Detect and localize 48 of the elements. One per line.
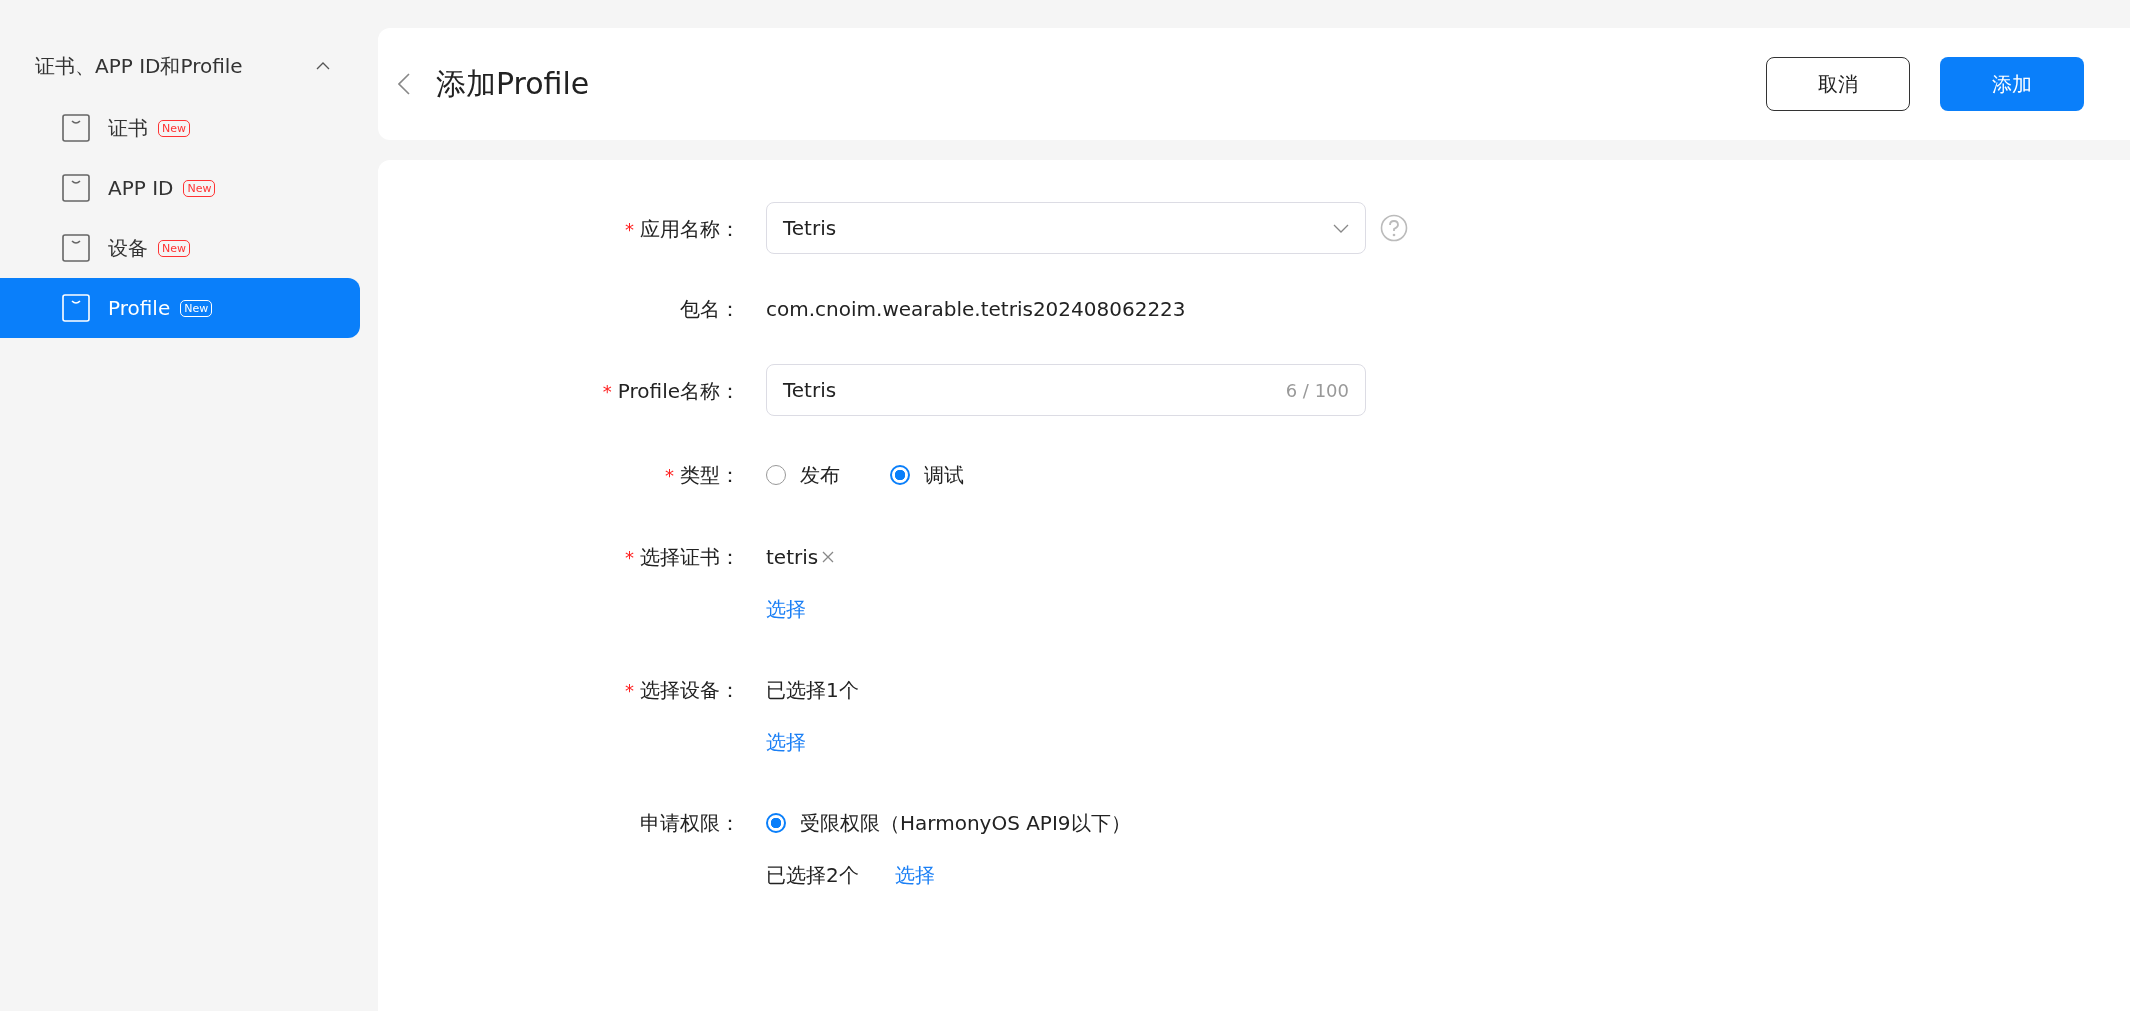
field-label: 类型： (680, 461, 740, 489)
radio-button[interactable] (890, 465, 910, 485)
selection-count: 已选择1个 (766, 677, 859, 704)
sidebar-item[interactable]: 设备 New (0, 218, 360, 278)
radio-label: 发布 (800, 462, 840, 489)
cancel-button[interactable]: 取消 (1766, 57, 1910, 111)
radio-button[interactable] (766, 813, 786, 833)
bag-icon (62, 114, 90, 142)
profile-name-field[interactable]: Tetris 6 / 100 (766, 364, 1366, 416)
sidebar-item[interactable]: 证书 New (0, 98, 360, 158)
help-icon[interactable] (1380, 214, 1408, 242)
field-label: 选择设备： (640, 676, 740, 704)
sidebar-item[interactable]: APP ID New (0, 158, 360, 218)
certificate-tag: tetris (766, 542, 819, 572)
back-icon[interactable] (398, 73, 410, 95)
add-button[interactable]: 添加 (1940, 57, 2084, 111)
character-counter: 6 / 100 (1285, 379, 1349, 401)
field-label: 应用名称： (640, 215, 740, 243)
menu-group-label: 证书、APP ID和Profile (35, 52, 243, 80)
required-mark: * (665, 464, 674, 486)
field-label: 申请权限： (640, 809, 740, 837)
new-badge: New (158, 239, 190, 257)
bag-icon (62, 294, 90, 322)
select-link[interactable]: 选择 (766, 594, 806, 624)
new-badge: New (180, 299, 213, 317)
radio-label: 受限权限（HarmonyOS API9以下） (800, 810, 1131, 837)
field-label: Profile名称： (617, 377, 740, 405)
required-mark: * (602, 380, 612, 402)
package-name: com.cnoim.wearable.tetris202408062223 (766, 296, 1186, 323)
select-link[interactable]: 选择 (894, 860, 935, 890)
radio-label: 调试 (924, 462, 964, 489)
required-mark: * (625, 218, 634, 240)
page-title: 添加Profile (436, 64, 590, 103)
field-label: 包名： (680, 295, 740, 323)
bag-icon (62, 234, 90, 262)
select-link[interactable]: 选择 (766, 727, 806, 757)
required-mark: * (625, 679, 634, 701)
new-badge: New (183, 179, 216, 197)
app-name-select[interactable]: Tetris (766, 202, 1366, 254)
sidebar-item[interactable]: Profile New (0, 278, 360, 338)
field-label: 选择证书： (640, 543, 740, 571)
chevron-down-icon (1333, 223, 1349, 233)
new-badge: New (158, 119, 190, 137)
close-icon[interactable] (822, 551, 835, 563)
chevron-icon[interactable] (316, 62, 330, 70)
bag-icon (62, 174, 90, 202)
required-mark: * (625, 546, 634, 568)
selection-count: 已选择2个 (766, 862, 859, 889)
